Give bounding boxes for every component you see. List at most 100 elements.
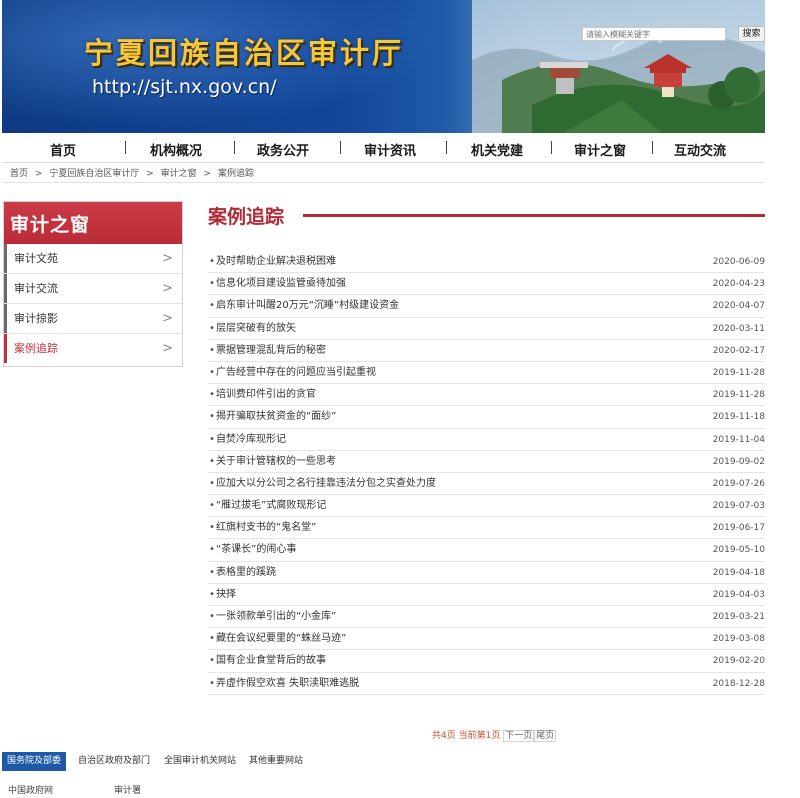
breadcrumb-current: 案例追踪 — [217, 169, 254, 179]
article-title-link[interactable]: 表格里的蹊跷 — [216, 567, 276, 578]
article-title-link[interactable]: 信息化项目建设监管亟待加强 — [216, 278, 346, 289]
list-item[interactable]: • 红旗村支书的“鬼名堂” 2019-06-17 — [208, 517, 765, 540]
bullet-icon: • — [209, 389, 215, 401]
article-title-link[interactable]: 弄虚作假空欢喜 失职渎职难逃脱 — [216, 678, 359, 689]
list-item[interactable]: • 票据管理混乱背后的秘密 2020-02-17 — [208, 340, 765, 362]
pager-last-link[interactable]: 尾页 — [534, 730, 557, 742]
article-title-link[interactable]: 藏在会议纪要里的“蛛丝马迹” — [216, 633, 346, 644]
list-item[interactable]: • 抉择 2019-04-03 — [208, 584, 765, 606]
article-title-link[interactable]: 国有企业食堂背后的故事 — [216, 655, 326, 666]
article-title-link[interactable]: 一张领款单引出的“小金库” — [216, 611, 336, 622]
tab-regional-government[interactable]: 自治区政府及部门 — [78, 752, 150, 771]
pagination: 共4页 当前第1页 下一页 尾页 — [432, 728, 557, 742]
list-item[interactable]: • 应加大以分公司之名行挂靠违法分包之实查处力度 2019-07-26 — [208, 473, 765, 496]
sidebar-item-gallery[interactable]: 审计掠影 > — [4, 304, 182, 334]
article-title-link[interactable]: 自焚冷库现形记 — [216, 434, 286, 445]
nav-separator — [234, 141, 235, 154]
nav-audit-window[interactable]: 审计之窗 — [574, 140, 626, 159]
bullet-icon: • — [209, 522, 215, 534]
breadcrumb-separator: > — [146, 169, 154, 179]
nav-organization[interactable]: 机构概况 — [150, 140, 202, 159]
article-title-link[interactable]: 层层突破有的放矢 — [216, 323, 296, 334]
article-title-link[interactable]: “雁过拔毛”式腐败现形记 — [216, 500, 326, 511]
search-button[interactable]: 搜索 — [738, 26, 765, 42]
sidebar-item-label: 审计交流 — [14, 282, 58, 295]
banner-landscape-image — [472, 0, 765, 133]
pager-next-link[interactable]: 下一页 — [503, 730, 535, 742]
article-title-link[interactable]: 广告经营中存在的问题应当引起重视 — [216, 367, 376, 378]
search-input[interactable] — [582, 27, 726, 41]
chevron-right-icon: > — [162, 251, 173, 266]
list-item[interactable]: • 关于审计管辖权的一些思考 2019-09-02 — [208, 451, 765, 473]
nav-home[interactable]: 首页 — [50, 140, 76, 159]
sidebar: 审计之窗 审计文苑 > 审计交流 > 审计掠影 > 案例追踪 > — [3, 201, 183, 367]
footer-link-audit-office[interactable]: 审计署 — [114, 783, 141, 796]
list-item[interactable]: • 广告经营中存在的问题应当引起重视 2019-11-28 — [208, 362, 765, 385]
article-date: 2020-04-07 — [712, 301, 765, 312]
sidebar-item-label: 审计掠影 — [14, 312, 58, 325]
footer-link-gov[interactable]: 中国政府网 — [8, 783, 53, 796]
chevron-right-icon: > — [162, 281, 173, 296]
tab-national-audit[interactable]: 全国审计机关网站 — [164, 752, 236, 771]
list-item[interactable]: • 一张领款单引出的“小金库” 2019-03-21 — [208, 606, 765, 629]
list-item[interactable]: • 启东审计叫醒20万元“沉睡”村级建设资金 2020-04-07 — [208, 295, 765, 318]
article-date: 2018-12-28 — [712, 678, 765, 689]
nav-audit-news[interactable]: 审计资讯 — [364, 140, 416, 159]
article-title-link[interactable]: 启东审计叫醒20万元“沉睡”村级建设资金 — [216, 300, 399, 311]
list-item[interactable]: • 自焚冷库现形记 2019-11-04 — [208, 429, 765, 451]
bullet-icon: • — [209, 344, 215, 356]
list-item[interactable]: • “雁过拔毛”式腐败现形记 2019-07-03 — [208, 495, 765, 518]
nav-separator — [446, 141, 447, 154]
list-item[interactable]: • 层层突破有的放矢 2020-03-11 — [208, 318, 765, 340]
list-item[interactable]: • 培训费印件引出的贪官 2019-11-28 — [208, 384, 765, 407]
list-item[interactable]: • 藏在会议纪要里的“蛛丝马迹” 2019-03-08 — [208, 628, 765, 651]
sidebar-item-exchange[interactable]: 审计交流 > — [4, 274, 182, 304]
breadcrumb-home[interactable]: 首页 — [10, 169, 28, 179]
breadcrumb-section[interactable]: 审计之窗 — [161, 169, 197, 179]
article-title-link[interactable]: 关于审计管辖权的一些思考 — [216, 456, 336, 467]
list-item[interactable]: • 国有企业食堂背后的故事 2019-02-20 — [208, 650, 765, 673]
article-title-link[interactable]: 红旗村支书的“鬼名堂” — [216, 522, 316, 533]
nav-interaction[interactable]: 互动交流 — [674, 140, 726, 159]
nav-party-building[interactable]: 机关党建 — [471, 140, 523, 159]
breadcrumb-site[interactable]: 宁夏回族自治区审计厅 — [49, 169, 139, 179]
bullet-icon: • — [209, 588, 215, 600]
list-item[interactable]: • 信息化项目建设监管亟待加强 2020-04-23 — [208, 273, 765, 296]
list-item[interactable]: • 弄虚作假空欢喜 失职渎职难逃脱 2018-12-28 — [208, 673, 765, 695]
bullet-icon: • — [209, 278, 215, 290]
sidebar-item-case-tracking[interactable]: 案例追踪 > — [4, 334, 182, 364]
bullet-icon: • — [209, 433, 215, 445]
nav-separator — [551, 141, 552, 154]
list-item[interactable]: • “茶课长”的闹心事 2019-05-10 — [208, 539, 765, 562]
article-date: 2020-04-23 — [712, 279, 765, 290]
list-item[interactable]: • 及时帮助企业解决退税困难 2020-06-09 — [208, 251, 765, 274]
article-date: 2019-03-21 — [712, 612, 765, 622]
site-url: http://sjt.nx.gov.cn/ — [92, 76, 277, 98]
breadcrumb-separator: > — [203, 169, 212, 179]
sidebar-item-marker — [4, 244, 7, 273]
article-date: 2019-11-28 — [712, 367, 765, 378]
breadcrumb-separator: > — [34, 169, 43, 179]
article-title-link[interactable]: “茶课长”的闹心事 — [216, 544, 296, 555]
title-rule — [303, 214, 765, 217]
article-title-link[interactable]: 及时帮助企业解决退税困难 — [216, 256, 336, 267]
bullet-icon: • — [209, 322, 215, 334]
article-title-link[interactable]: 票据管理混乱背后的秘密 — [216, 345, 326, 356]
bullet-icon: • — [209, 677, 215, 689]
tab-state-council[interactable]: 国务院及部委 — [2, 752, 67, 771]
list-item[interactable]: • 揭开骗取扶贫资金的“面纱” 2019-11-18 — [208, 406, 765, 429]
sidebar-item-label: 审计文苑 — [14, 252, 58, 265]
bullet-icon: • — [209, 455, 215, 467]
article-title-link[interactable]: 揭开骗取扶贫资金的“面纱” — [216, 411, 336, 422]
article-date: 2020-02-17 — [712, 345, 765, 356]
bullet-icon: • — [209, 566, 215, 578]
article-title-link[interactable]: 应加大以分公司之名行挂靠违法分包之实查处力度 — [216, 478, 436, 489]
tab-other-sites[interactable]: 其他重要网站 — [249, 752, 303, 771]
sidebar-item-literature[interactable]: 审计文苑 > — [4, 244, 182, 274]
nav-government-affairs[interactable]: 政务公开 — [257, 140, 309, 159]
list-item[interactable]: • 表格里的蹊跷 2019-04-18 — [208, 562, 765, 584]
article-title-link[interactable]: 抉择 — [216, 589, 236, 600]
nav-separator — [125, 141, 126, 154]
chevron-right-icon: > — [162, 341, 173, 356]
article-title-link[interactable]: 培训费印件引出的贪官 — [216, 389, 316, 400]
